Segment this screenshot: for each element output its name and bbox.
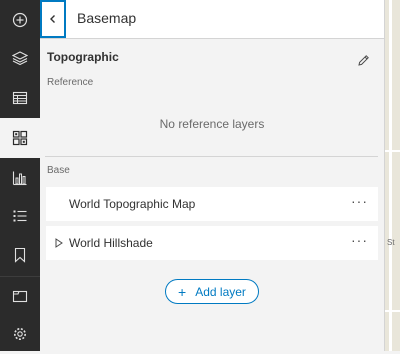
add-data-icon — [12, 12, 28, 28]
legend-icon — [13, 210, 27, 222]
legend-button[interactable] — [0, 196, 40, 236]
table-button[interactable] — [0, 78, 40, 118]
map-road — [385, 150, 400, 152]
map-street-label: St — [387, 238, 395, 247]
add-layer-label: Add layer — [195, 284, 246, 299]
layer-row[interactable]: World Topographic Map ··· — [46, 187, 378, 221]
layer-row[interactable]: World Hillshade ··· — [46, 226, 378, 260]
base-section-label: Base — [47, 165, 70, 176]
folder-icon — [12, 290, 28, 303]
left-toolbar — [0, 0, 40, 351]
basemap-panel: Basemap Topographic Reference No referen… — [40, 0, 385, 351]
reference-section-label: Reference — [47, 77, 94, 88]
basemap-gallery-icon — [12, 130, 28, 146]
panel-title: Basemap — [77, 10, 137, 26]
add-layer-button[interactable]: + Add layer — [165, 279, 259, 304]
settings-icon — [14, 328, 26, 340]
map-road — [389, 0, 392, 351]
layer-name: World Topographic Map — [69, 197, 196, 211]
layers-button[interactable] — [0, 38, 40, 78]
bookmarks-icon — [14, 247, 26, 263]
charts-button[interactable] — [0, 158, 40, 198]
more-options-button[interactable]: ··· — [351, 193, 368, 209]
panel-header: Basemap — [40, 0, 384, 39]
pencil-icon — [357, 54, 369, 66]
plus-icon: + — [178, 283, 187, 300]
layer-name: World Hillshade — [69, 236, 153, 250]
table-icon — [12, 91, 28, 105]
chevron-left-icon — [50, 15, 55, 23]
folder-button[interactable] — [0, 276, 40, 316]
map-road — [385, 310, 400, 312]
basemap-name: Topographic — [47, 50, 119, 64]
reference-empty-message: No reference layers — [159, 117, 265, 131]
edit-basemap-button[interactable] — [355, 52, 371, 68]
settings-button[interactable] — [0, 314, 40, 354]
bookmarks-button[interactable] — [0, 235, 40, 275]
map-view[interactable]: St — [385, 0, 400, 351]
back-button[interactable] — [40, 0, 66, 38]
charts-icon — [12, 171, 27, 186]
basemap-gallery-button[interactable] — [0, 118, 40, 158]
section-divider — [45, 156, 378, 157]
caret-right-icon[interactable] — [54, 238, 64, 248]
layers-icon — [12, 51, 28, 66]
add-data-button[interactable] — [0, 0, 40, 40]
more-options-button[interactable]: ··· — [351, 232, 368, 248]
